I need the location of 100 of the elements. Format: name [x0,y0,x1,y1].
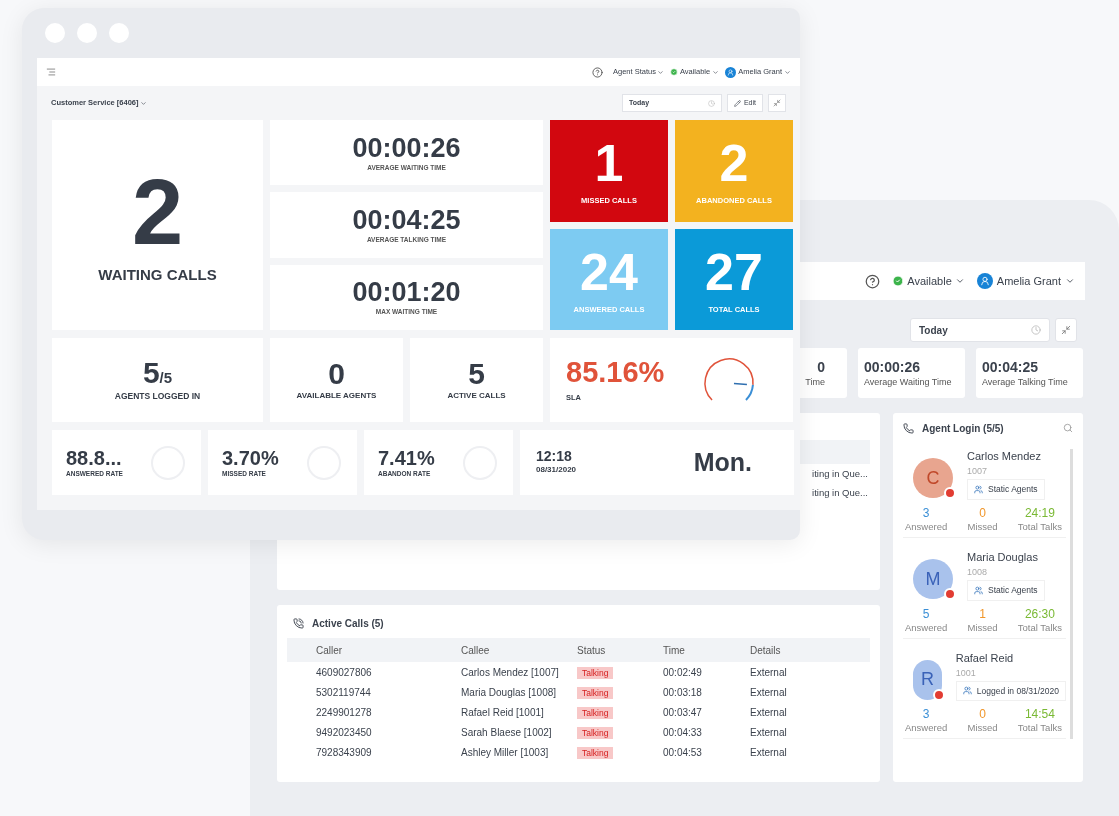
agent-stat-label: Total Talks [1017,722,1062,735]
pencil-icon [733,99,741,107]
stat-value: 00:00:26 [864,358,921,376]
agent-extension: 1008 [967,565,989,579]
menu-icon[interactable] [46,67,56,77]
stat-value: 00:04:25 [982,358,1039,376]
agent-card[interactable]: R Rafael Reid 1001 Logged in 08/31/2020 3 Answered 0 Missed 14:54 Total Talks [903,650,1066,740]
agent-stat-label: Answered [905,722,948,735]
time-value: 00:01:20 [352,277,461,308]
tag-label: Static Agents [988,483,1038,496]
clock-icon [1031,325,1041,335]
chevron-icon [954,276,965,286]
agent-stat-label: Missed [967,520,998,533]
column-header: Caller [316,643,344,658]
agent-stat-value: 1 [979,606,986,622]
table-cell-text: iting in Que... [812,486,869,500]
agent-stat-label: Missed [967,722,998,735]
table-cell: 7928343909 [316,746,372,758]
agent-stat-value: 5 [922,606,930,622]
agent-name: Maria Douglas [967,549,1039,564]
status-badge: Talking [577,706,614,719]
help-icon[interactable] [865,273,881,289]
stat-label: Average Talking Time [982,376,1068,388]
agent-stat-value: 3 [922,505,930,521]
waiting-calls-value: 2 [131,163,184,260]
table-cell: Maria Douglas [1008] [461,686,557,698]
agent-card[interactable]: M Maria Douglas 1008 Static Agents 5 Answered 1 Missed 26:30 Total Talks [903,549,1066,639]
clock-date: 08/31/2020 [536,464,577,476]
count-value: 0 [328,358,345,390]
tile-value: 1 [594,135,624,192]
table-cell: 9492023450 [316,726,372,738]
avatar-icon [725,66,737,78]
check-icon [669,68,678,76]
column-header: Details [750,643,782,658]
table-cell: External [750,666,787,678]
stat-label: Average Waiting Time [864,376,952,388]
users-icon [974,585,983,595]
column-header: Status [577,643,607,658]
agent-stat-label: Total Talks [1017,621,1062,634]
table-cell: 00:03:47 [663,706,702,718]
table-cell: Carlos Mendez [1007] [461,666,559,678]
date-range-field[interactable]: Today [910,318,1050,342]
check-icon [892,275,905,287]
agent-extension: 1001 [955,666,977,680]
table-cell: 5302119744 [316,686,371,698]
avatar-icon [976,273,993,289]
agent-name: Rafael Reid [955,650,1015,665]
clock-time: 12:18 [536,449,573,464]
table-cell: 00:02:49 [663,666,702,678]
agent-stat-label: Total Talks [1017,520,1062,533]
tile-value: 24 [580,243,638,300]
status-dropdown[interactable]: Available [892,272,965,290]
table-cell: External [750,706,787,718]
agent-extension: 1007 [967,465,989,478]
collapse-button[interactable] [1055,318,1077,342]
tile-value: 27 [705,243,763,300]
users-icon [962,686,972,696]
agent-stat-value: 26:30 [1024,606,1055,622]
clock-day: Mon. [693,443,752,482]
agent-name: Carlos Mendez [967,449,1042,463]
collapse-button[interactable] [768,94,786,112]
count-value: 5 [468,358,485,390]
help-icon[interactable] [591,66,603,78]
agents-total: /5 [159,369,173,389]
agents-value: 5 [142,357,160,390]
search-icon[interactable] [1063,423,1073,433]
rate-value: 88.8... [66,446,123,469]
phone-icon [903,422,914,434]
table-cell: Ashley Miller [1003] [461,746,549,758]
status-badge: Talking [577,746,614,759]
chevron-icon [139,99,147,107]
agent-stat-value: 24:19 [1024,505,1055,521]
sla-value: 85.16% [566,356,665,389]
count-label: ACTIVE CALLS [447,390,506,402]
count-label: AVAILABLE AGENTS [296,390,377,402]
chevron-icon [712,68,720,76]
table-cell: 00:03:18 [663,686,702,698]
chevron-icon [656,68,664,76]
table-cell: External [750,726,787,738]
table-cell-text: iting in Que... [812,467,869,481]
table-cell: 00:04:33 [663,726,702,738]
clock-icon [707,99,715,107]
stat-value: 0 [817,358,825,376]
tile-value: 2 [719,135,749,192]
time-value: 00:00:26 [352,132,461,163]
panel-title: Agent Login (5/5) [922,421,1004,436]
time-value: 00:04:25 [352,205,461,236]
agent-stat-label: Missed [967,621,998,634]
user-menu[interactable]: Amelia Grant [976,272,1075,290]
status-badge: Talking [577,686,614,699]
agent-avatar: M [913,559,953,600]
collapse-icon [1061,325,1071,335]
agent-stat-label: Answered [905,621,948,634]
table-cell: 2249901278 [316,706,372,718]
waiting-calls-label: WAITING CALLS [98,264,217,285]
agent-card[interactable]: C Carlos Mendez 1007 Static Agents 3 Answered 0 Missed 24:19 Total Talks [903,449,1066,538]
agents-label: AGENTS LOGGED IN [114,389,201,403]
table-cell: Rafael Reid [1001] [461,706,544,718]
agent-stat-value: 0 [979,707,986,723]
status-label: Available [907,273,952,289]
